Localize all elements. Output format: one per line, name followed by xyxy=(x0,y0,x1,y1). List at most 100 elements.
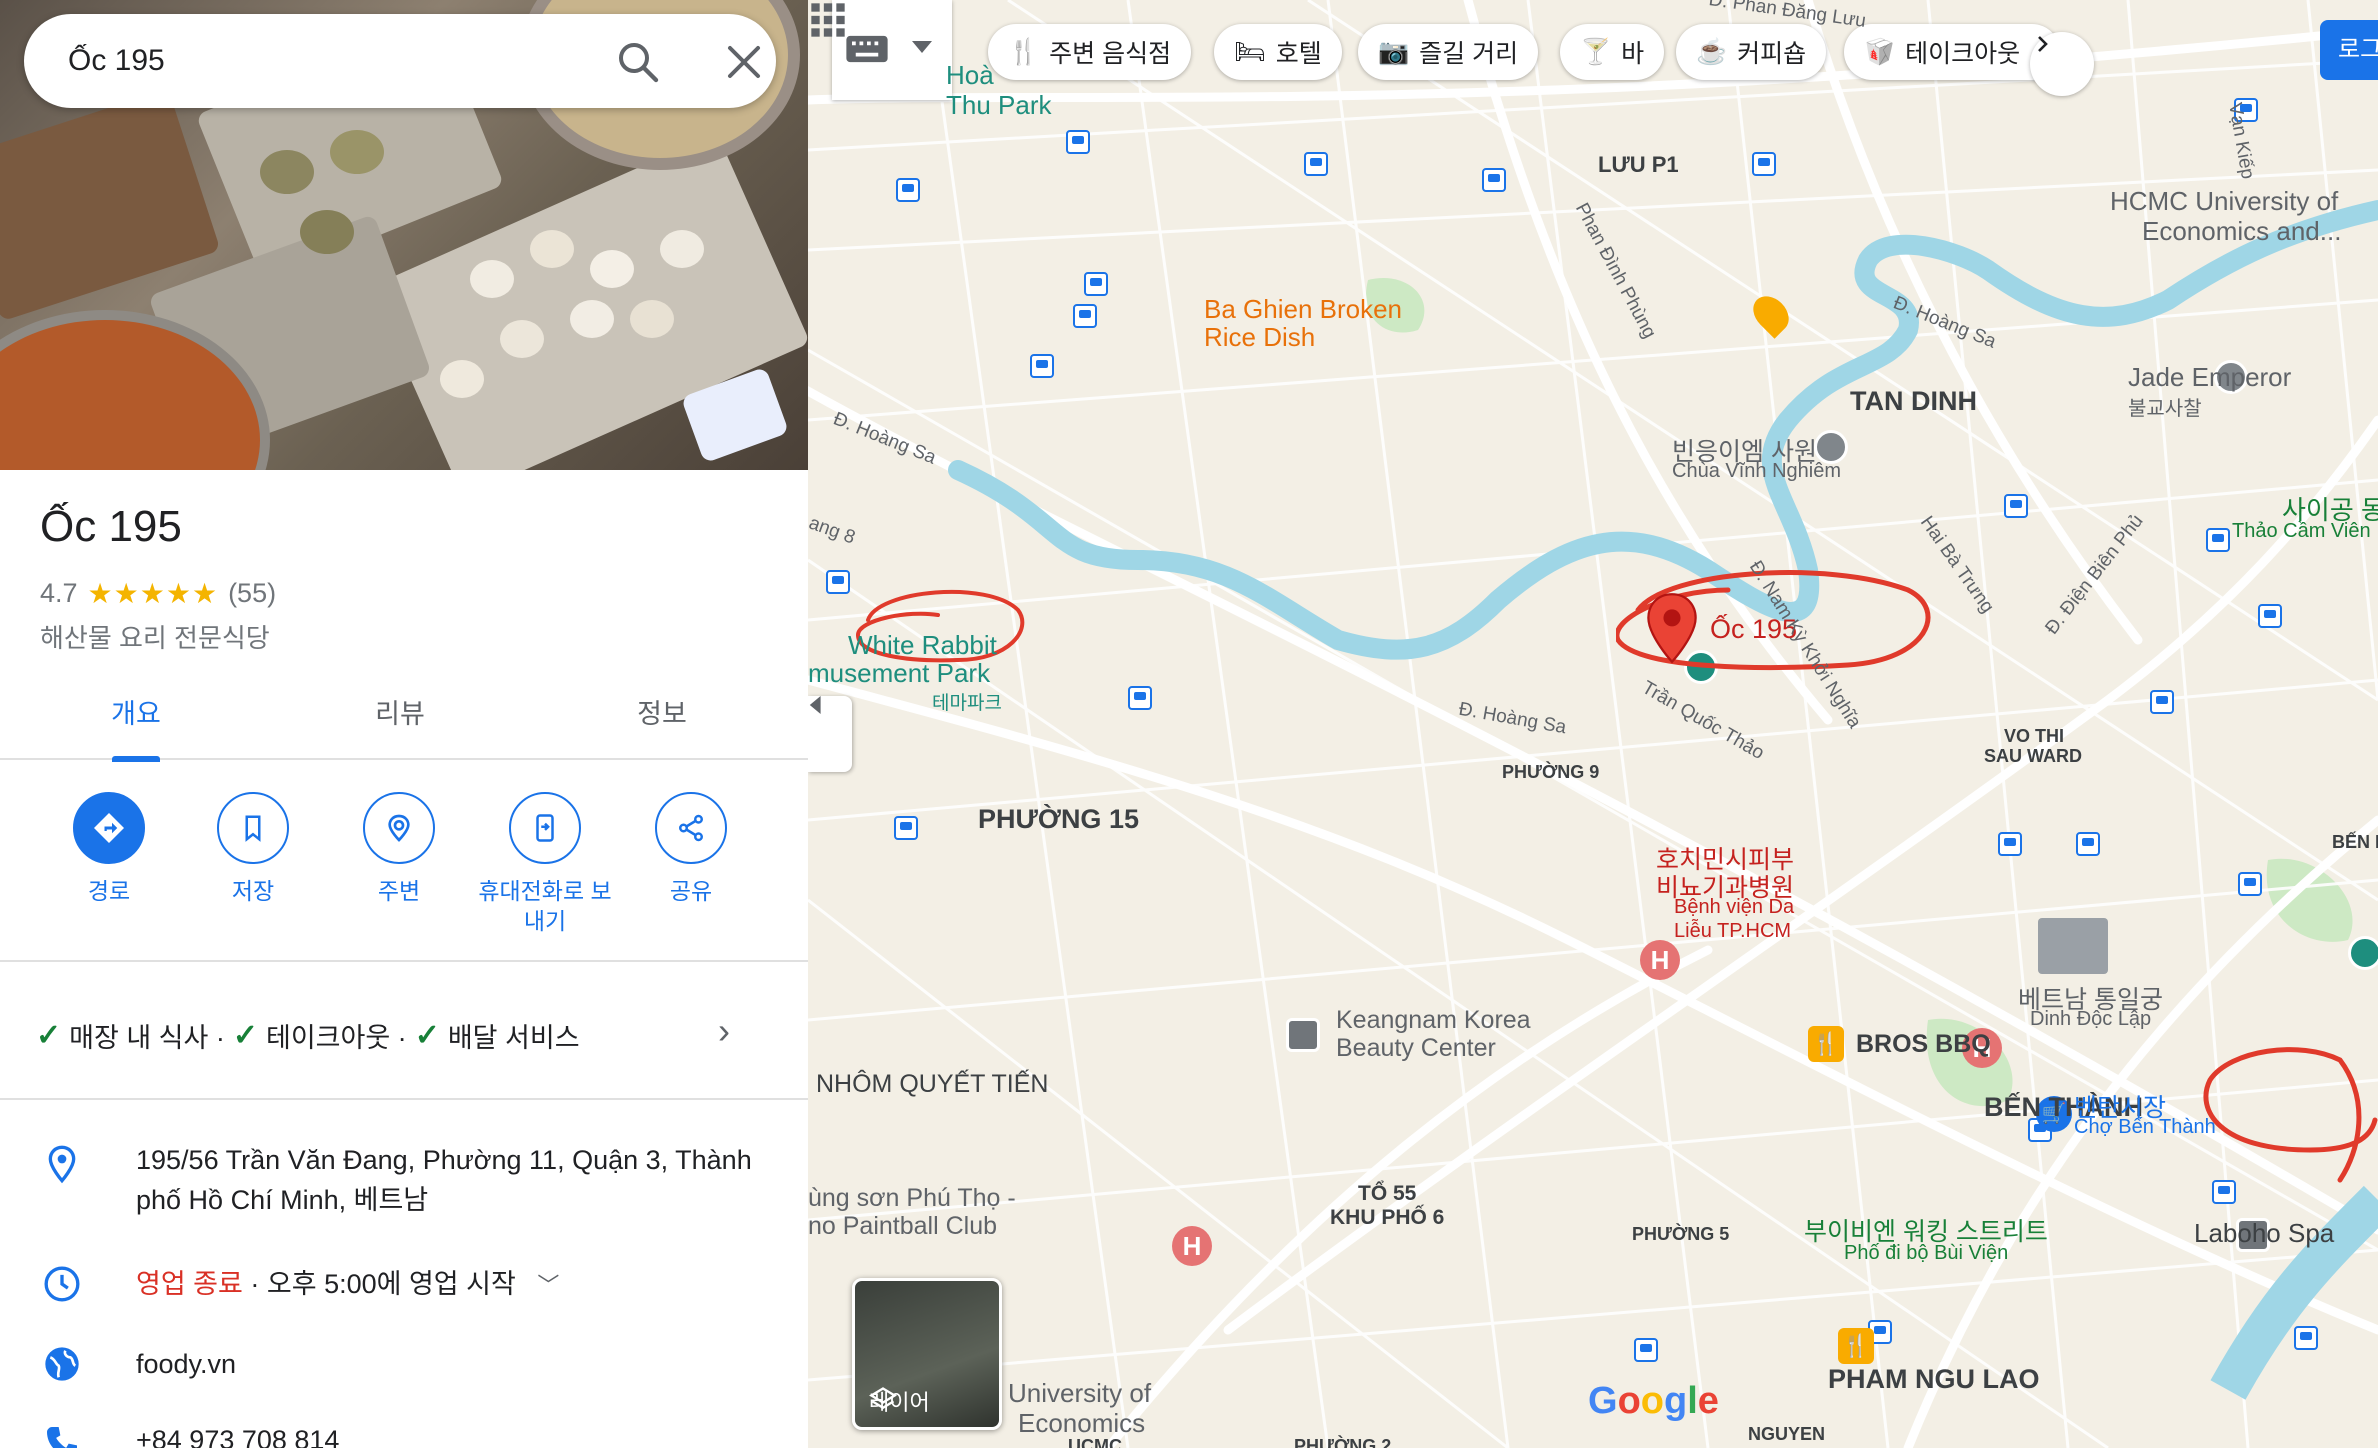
clock-icon xyxy=(44,1266,80,1302)
nearby-label: 주변 xyxy=(377,878,421,904)
tab-reviews[interactable]: 리뷰 xyxy=(300,680,500,760)
poi-label: Rice Dish xyxy=(1204,322,1316,352)
place-pin-icon[interactable] xyxy=(1644,592,1700,664)
bus-stop-icon[interactable] xyxy=(1030,354,1054,378)
temple-icon[interactable] xyxy=(1814,430,1848,464)
location-pin-icon xyxy=(48,1145,76,1184)
bus-stop-icon[interactable] xyxy=(1998,832,2022,856)
hospital-icon[interactable]: H xyxy=(1172,1226,1212,1266)
bus-stop-icon[interactable] xyxy=(1073,304,1097,328)
globe-icon xyxy=(45,1347,79,1381)
photo-abalone xyxy=(260,150,314,194)
chip-takeout[interactable]: 🥡 테이크아웃 xyxy=(1844,24,2060,80)
search-box xyxy=(24,14,776,108)
poi-label: ùng sơn Phú Thọ - xyxy=(808,1184,1016,1212)
poi-label: 테마파크 xyxy=(932,693,1002,714)
rating-row[interactable]: 4.7 ★★★★★ (55) xyxy=(40,577,276,610)
tab-about[interactable]: 정보 xyxy=(562,680,762,760)
tab-overview[interactable]: 개요 xyxy=(36,680,236,762)
bus-stop-icon[interactable] xyxy=(2294,1326,2318,1350)
phone-send-icon xyxy=(509,792,581,864)
directions-button[interactable]: 경로 xyxy=(36,792,182,906)
bus-stop-icon[interactable] xyxy=(2206,528,2230,552)
bus-stop-icon[interactable] xyxy=(2150,690,2174,714)
restaurant-icon[interactable]: 🍴 xyxy=(1838,1328,1874,1364)
share-label: 공유 xyxy=(669,878,713,904)
chevron-right-icon[interactable] xyxy=(2030,32,2094,96)
bus-stop-icon[interactable] xyxy=(1084,272,1108,296)
chip-things-to-do[interactable]: 📷 즐길 거리 xyxy=(1358,24,1539,80)
chip-coffee[interactable]: ☕ 커피숍 xyxy=(1676,24,1827,80)
apps-grid-icon[interactable] xyxy=(808,0,848,40)
chip-bars[interactable]: 🍸 바 xyxy=(1560,24,1665,80)
bus-stop-icon[interactable] xyxy=(2004,494,2028,518)
poi-label: Dinh Độc Lập xyxy=(2030,1008,2152,1030)
bus-stop-icon[interactable] xyxy=(1066,130,1090,154)
nearby-button[interactable]: 주변 xyxy=(326,792,472,906)
collapse-panel-button[interactable] xyxy=(808,696,852,772)
area-label: NGUYEN xyxy=(1748,1424,1826,1444)
service-options[interactable]: ✓ 매장 내 식사 · ✓ 테이크아웃 · ✓ 배달 서비스 › xyxy=(0,964,808,1100)
poi-label: Phố đi bộ Bùi Viện xyxy=(1844,1242,2009,1264)
poi-label: Laboho Spa xyxy=(2194,1218,2335,1248)
place-title: Ốc 195 xyxy=(40,502,182,551)
poi-label: no Paintball Club xyxy=(808,1212,998,1240)
restaurant-icon[interactable]: 🍴 xyxy=(1808,1026,1844,1062)
area-label: PHƯỜNG 9 xyxy=(1502,762,1600,782)
search-input[interactable] xyxy=(68,36,588,86)
bus-stop-icon[interactable] xyxy=(826,570,850,594)
share-button[interactable]: 공유 xyxy=(618,792,764,906)
send-to-phone-button[interactable]: 휴대전화로 보 내기 xyxy=(472,792,618,936)
area-label: KHU PHỐ 6 xyxy=(1330,1206,1445,1229)
chip-hotels[interactable]: 🛏 호텔 xyxy=(1214,24,1342,80)
map-canvas[interactable]: 🍴 주변 음식점 🛏 호텔 📷 즐길 거리 🍸 바 ☕ 커피숍 🥡 테이크아웃 로그 xyxy=(808,0,2378,1448)
place-panel: Ốc 195 4.7 ★★★★★ (55) 해산물 요리 전문식당 개요 리뷰 … xyxy=(0,0,808,1448)
check-icon: ✓ xyxy=(36,1019,62,1052)
bus-stop-icon[interactable] xyxy=(1482,168,1506,192)
bus-stop-icon[interactable] xyxy=(2238,872,2262,896)
bus-stop-icon[interactable] xyxy=(894,816,918,840)
bus-stop-icon[interactable] xyxy=(1752,152,1776,176)
caret-down-icon[interactable] xyxy=(912,40,932,54)
search-icon[interactable] xyxy=(614,38,662,86)
landmark-icon[interactable] xyxy=(2038,918,2108,974)
chip-restaurants[interactable]: 🍴 주변 음식점 xyxy=(988,24,1192,80)
poi-label: Economics and... xyxy=(2142,216,2342,246)
poi-label: Thảo Cầm Viên xyxy=(2232,520,2371,542)
bus-stop-icon[interactable] xyxy=(896,178,920,202)
takeout-icon: 🥡 xyxy=(1864,37,1896,66)
service-takeout: 테이크아웃 · xyxy=(265,1023,407,1053)
directions-icon xyxy=(73,792,145,864)
bus-stop-icon[interactable] xyxy=(2076,832,2100,856)
chevron-right-icon[interactable]: › xyxy=(718,1010,730,1052)
action-buttons: 경로 저장 주변 휴대전화로 보 내기 공유 xyxy=(0,762,808,962)
bus-stop-icon[interactable] xyxy=(1634,1338,1658,1362)
photo-shell xyxy=(440,360,484,398)
camera-marker-icon[interactable] xyxy=(2348,936,2378,970)
input-tools-button[interactable] xyxy=(832,0,952,100)
coffee-icon: ☕ xyxy=(1696,37,1728,66)
directions-label: 경로 xyxy=(87,878,131,904)
layers-label-row: 레이어 xyxy=(869,1385,930,1417)
poi-label: Keangnam Korea xyxy=(1336,1006,1531,1034)
hotel-icon: 🛏 xyxy=(1234,37,1266,66)
review-count[interactable]: (55) xyxy=(228,578,276,609)
bar-icon: 🍸 xyxy=(1580,37,1612,66)
check-icon: ✓ xyxy=(232,1019,258,1052)
hospital-icon[interactable]: H xyxy=(1640,940,1680,980)
layers-icon xyxy=(869,1387,897,1410)
login-button[interactable]: 로그 xyxy=(2320,20,2378,80)
chevron-down-icon[interactable]: ﹀ xyxy=(537,1273,559,1298)
poi-label: White Rabbit xyxy=(848,630,997,660)
shop-icon[interactable] xyxy=(1286,1018,1320,1052)
bus-stop-icon[interactable] xyxy=(1128,686,1152,710)
place-category[interactable]: 해산물 요리 전문식당 xyxy=(40,618,270,655)
close-icon[interactable] xyxy=(720,38,768,86)
bus-stop-icon[interactable] xyxy=(1304,152,1328,176)
phone-text: +84 973 708 814 xyxy=(136,1425,340,1448)
check-icon: ✓ xyxy=(414,1019,440,1052)
save-button[interactable]: 저장 xyxy=(180,792,326,906)
chip-label: 즐길 거리 xyxy=(1419,40,1519,68)
layers-button[interactable]: 레이어 xyxy=(852,1278,1002,1430)
bus-stop-icon[interactable] xyxy=(2258,604,2282,628)
